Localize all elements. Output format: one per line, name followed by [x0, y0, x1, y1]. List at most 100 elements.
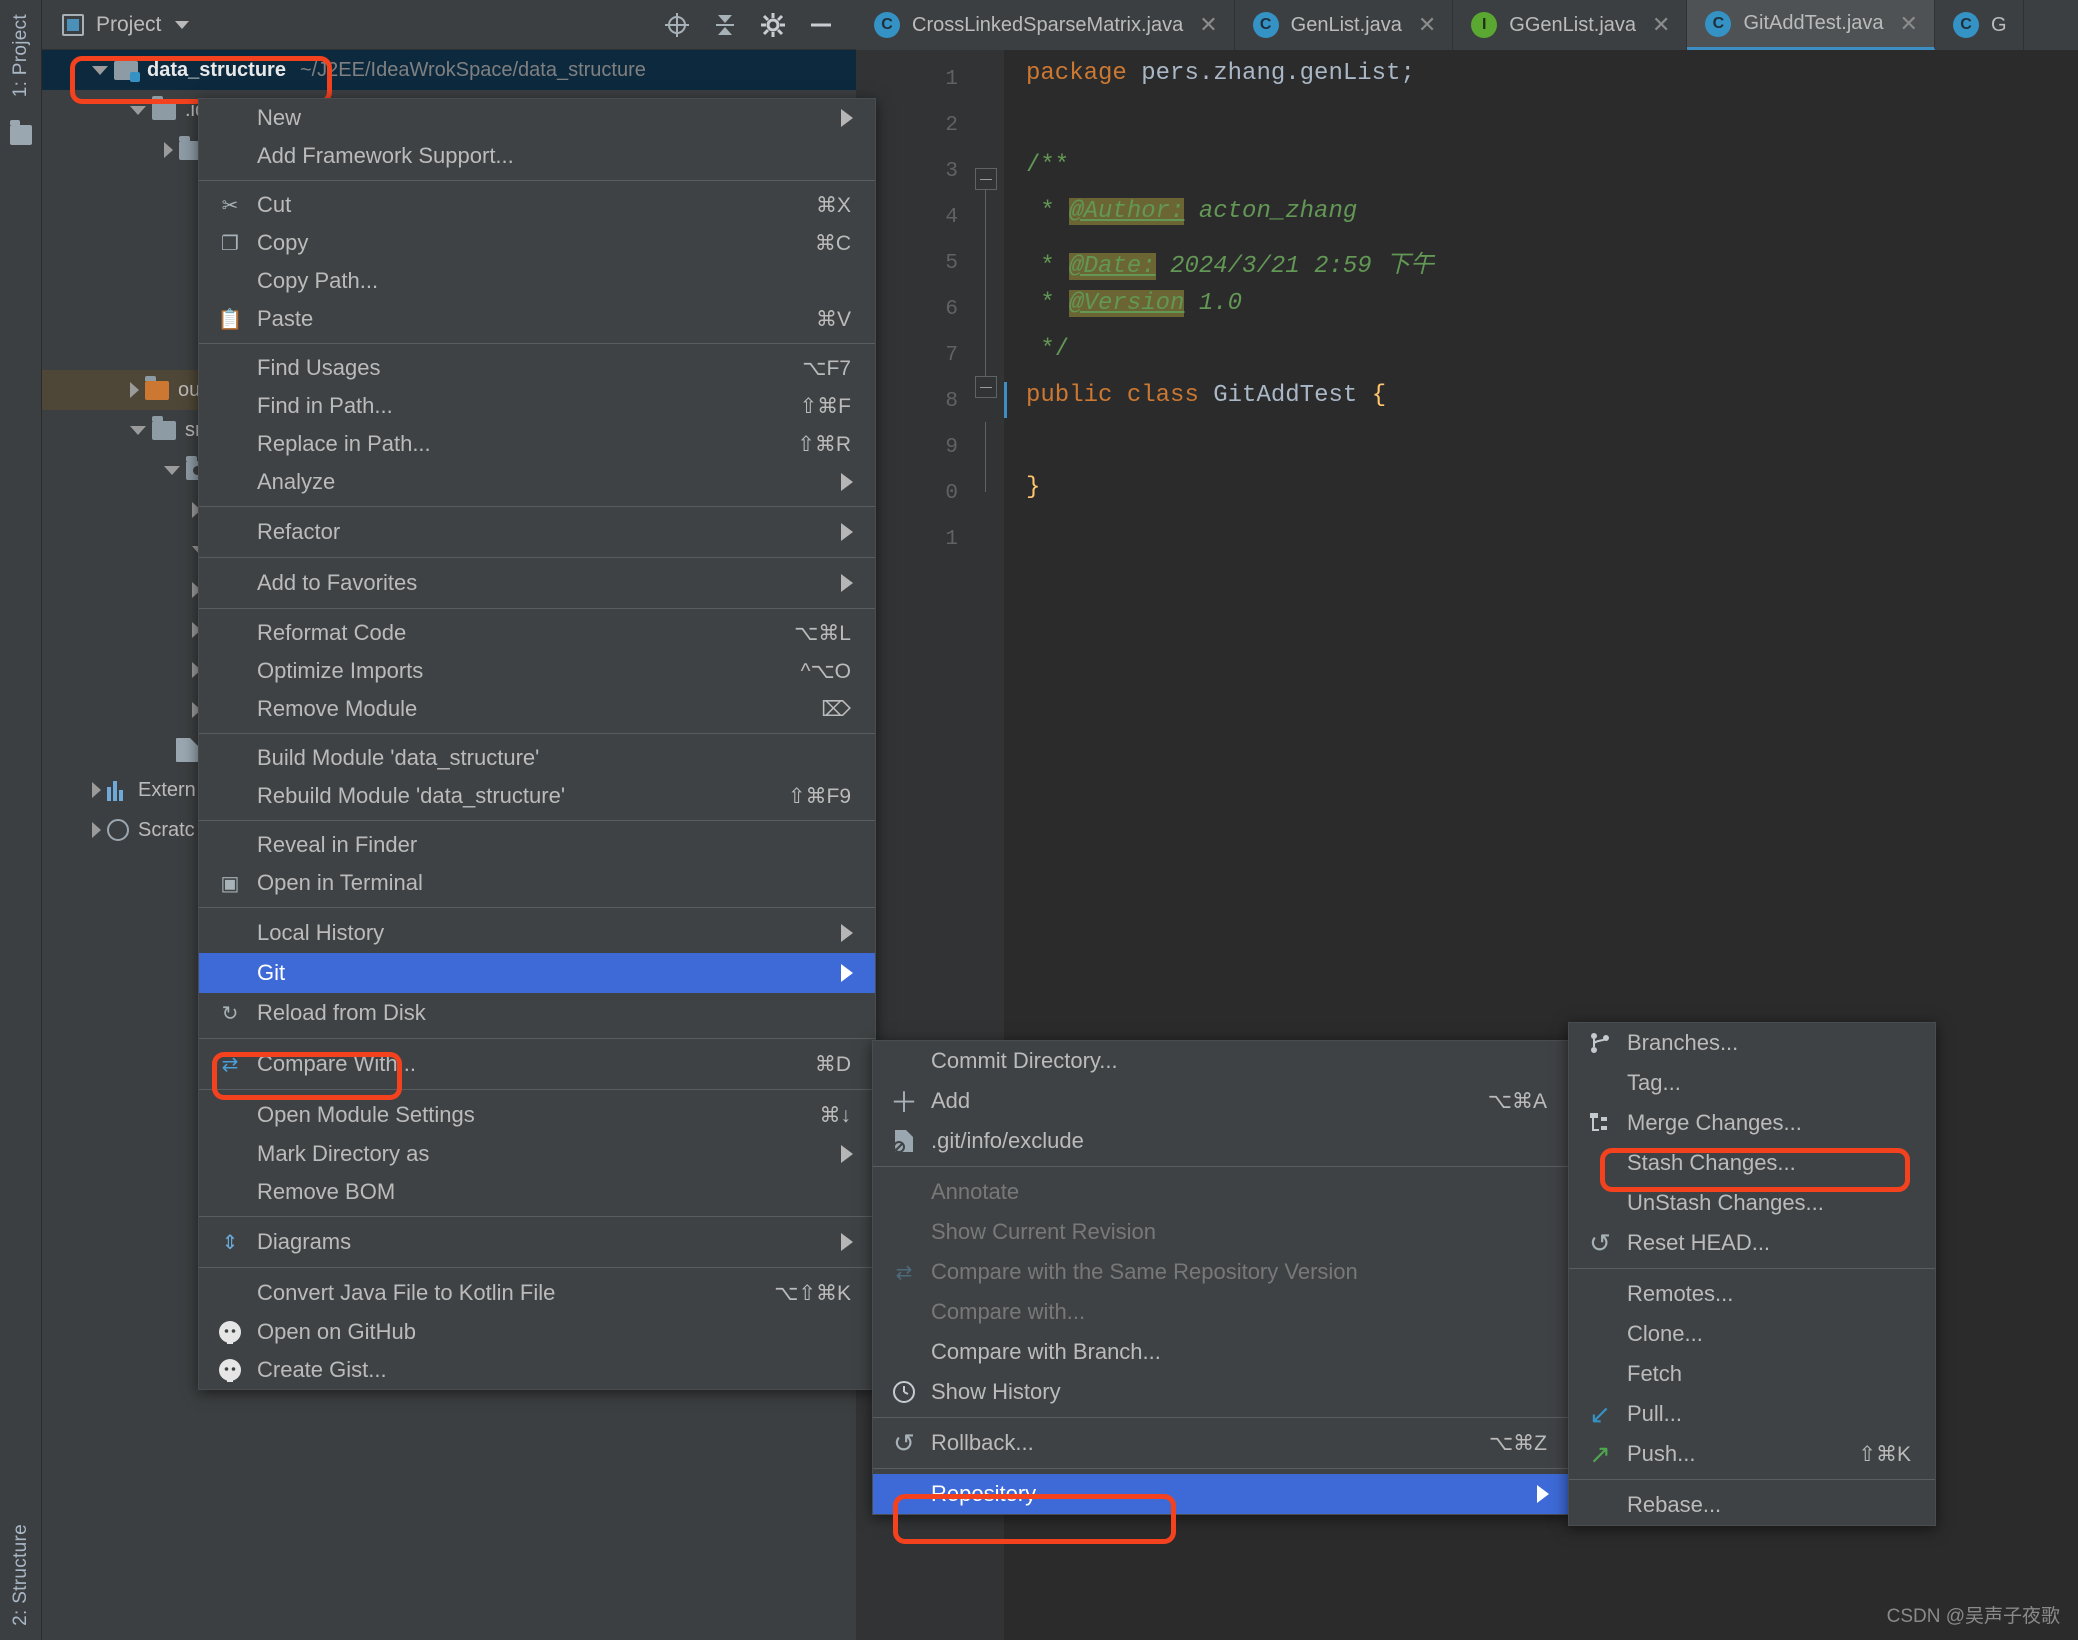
chevron-down-icon[interactable]: [175, 20, 190, 29]
repo-menu-item-pull[interactable]: ↙ Pull...: [1569, 1394, 1935, 1434]
menu-item-compare-with[interactable]: ⇄ Compare With... ⌘D: [199, 1044, 875, 1084]
git-menu-item-repository[interactable]: Repository: [873, 1474, 1571, 1514]
menu-item-convert-java-to-kotlin[interactable]: Convert Java File to Kotlin File ⌥⇧⌘K: [199, 1273, 875, 1313]
chevron-right-icon[interactable]: [164, 142, 173, 158]
menu-item-git[interactable]: Git: [199, 953, 875, 993]
menu-item-remove-bom[interactable]: Remove BOM: [199, 1173, 875, 1211]
chevron-right-icon[interactable]: [130, 382, 139, 398]
menu-item-rebuild-module[interactable]: Rebuild Module 'data_structure' ⇧⌘F9: [199, 777, 875, 815]
menu-item-remove-module[interactable]: Remove Module ⌦: [199, 690, 875, 728]
close-icon[interactable]: ✕: [1418, 12, 1436, 38]
editor-tab-partial[interactable]: C G: [1935, 0, 2024, 50]
tree-row-data-structure[interactable]: data_structure ~/J2EE/IdeaWrokSpace/data…: [42, 50, 856, 90]
menu-item-diagrams[interactable]: ⇕ Diagrams: [199, 1222, 875, 1262]
menu-item-create-gist[interactable]: Create Gist...: [199, 1351, 875, 1389]
menu-label: Stash Changes...: [1627, 1150, 1796, 1175]
menu-item-add-to-favorites[interactable]: Add to Favorites: [199, 563, 875, 603]
chevron-right-icon: [841, 523, 853, 541]
menu-item-open-on-github[interactable]: Open on GitHub: [199, 1313, 875, 1351]
repo-menu-item-clone[interactable]: Clone...: [1569, 1314, 1935, 1354]
menu-label: Remove Module: [257, 696, 418, 721]
menu-item-optimize-imports[interactable]: Optimize Imports ^⌥O: [199, 652, 875, 690]
refresh-icon: ↻: [221, 1002, 239, 1025]
locate-icon[interactable]: [664, 12, 690, 38]
menu-item-open-module-settings[interactable]: Open Module Settings ⌘↓: [199, 1095, 875, 1135]
menu-label: New: [257, 105, 302, 130]
repo-menu-item-stash-changes[interactable]: Stash Changes...: [1569, 1143, 1935, 1183]
github-icon: [217, 1319, 243, 1345]
repo-menu-item-tag[interactable]: Tag...: [1569, 1063, 1935, 1103]
editor-tab-ggenlist[interactable]: I GGenList.java ✕: [1453, 0, 1688, 50]
git-menu-item-compare-with-branch[interactable]: Compare with Branch...: [873, 1332, 1571, 1372]
javadoc-tag: @Version: [1069, 290, 1185, 317]
editor-tab-genlist[interactable]: C GenList.java ✕: [1235, 0, 1454, 50]
git-menu-item-compare-same-repo-version: ⇄ Compare with the Same Repository Versi…: [873, 1252, 1571, 1292]
menu-item-analyze[interactable]: Analyze: [199, 463, 875, 501]
code-line-6: * @Version 1.0: [1026, 290, 1243, 317]
project-toolbar: Project: [42, 0, 856, 50]
menu-item-cut[interactable]: ✂ Cut ⌘X: [199, 186, 875, 224]
git-menu-item-rollback[interactable]: ↺ Rollback... ⌥⌘Z: [873, 1423, 1571, 1463]
menu-label: Paste: [257, 306, 314, 331]
menu-item-paste[interactable]: 📋 Paste ⌘V: [199, 300, 875, 338]
editor-tab-gitaddtest[interactable]: C GitAddTest.java ✕: [1687, 0, 1935, 50]
repo-menu-item-push[interactable]: ↗ Push... ⇧⌘K: [1569, 1434, 1935, 1474]
editor-tab-crosslinkedsparsematrix[interactable]: C CrossLinkedSparseMatrix.java ✕: [856, 0, 1235, 50]
git-menu-item-compare-with: Compare with...: [873, 1292, 1571, 1332]
external-libraries-icon: [107, 779, 129, 801]
menu-item-open-in-terminal[interactable]: ▣ Open in Terminal: [199, 864, 875, 902]
repo-menu-item-remotes[interactable]: Remotes...: [1569, 1274, 1935, 1314]
menu-item-copy[interactable]: ❐ Copy ⌘C: [199, 224, 875, 262]
repo-menu-item-fetch[interactable]: Fetch: [1569, 1354, 1935, 1394]
minimize-icon[interactable]: [808, 12, 834, 38]
javadoc-tag: @Date:: [1069, 253, 1156, 280]
chevron-right-icon: [841, 924, 853, 942]
collapse-all-icon[interactable]: [712, 12, 738, 38]
chevron-down-icon[interactable]: [130, 105, 146, 115]
push-arrow-icon: ↗: [1589, 1438, 1611, 1469]
git-menu-item-show-history[interactable]: Show History: [873, 1372, 1571, 1412]
chevron-right-icon[interactable]: [92, 782, 101, 798]
git-menu-item-add[interactable]: ＋ Add ⌥⌘A: [873, 1081, 1571, 1121]
menu-item-build-module[interactable]: Build Module 'data_structure': [199, 739, 875, 777]
editor-caret: [1004, 382, 1007, 418]
repo-menu-item-reset-head[interactable]: ↺ Reset HEAD...: [1569, 1223, 1935, 1263]
git-menu-item-commit-directory[interactable]: Commit Directory...: [873, 1041, 1571, 1081]
fold-collapse-icon[interactable]: [975, 376, 997, 398]
menu-item-reveal-in-finder[interactable]: Reveal in Finder: [199, 826, 875, 864]
menu-separator: [199, 608, 875, 609]
menu-item-replace-in-path[interactable]: Replace in Path... ⇧⌘R: [199, 425, 875, 463]
git-menu-item-annotate: Annotate: [873, 1172, 1571, 1212]
gear-icon[interactable]: [760, 12, 786, 38]
menu-label: Remotes...: [1627, 1281, 1734, 1306]
fold-collapse-icon[interactable]: [975, 168, 997, 190]
chevron-down-icon[interactable]: [92, 65, 108, 75]
chevron-right-icon[interactable]: [92, 822, 101, 838]
menu-item-refactor[interactable]: Refactor: [199, 512, 875, 552]
menu-item-reformat-code[interactable]: Reformat Code ⌥⌘L: [199, 614, 875, 652]
menu-separator: [199, 1089, 875, 1090]
chevron-down-icon[interactable]: [130, 425, 146, 435]
close-icon[interactable]: ✕: [1199, 12, 1217, 38]
menu-item-find-usages[interactable]: Find Usages ⌥F7: [199, 349, 875, 387]
menu-item-local-history[interactable]: Local History: [199, 913, 875, 953]
menu-item-copy-path[interactable]: Copy Path...: [199, 262, 875, 300]
repo-menu-item-rebase[interactable]: Rebase...: [1569, 1485, 1935, 1525]
tool-window-button-structure[interactable]: 2: Structure: [10, 1524, 32, 1626]
project-toolbar-actions: [664, 12, 856, 38]
git-menu-item-git-info-exclude[interactable]: .git/info/exclude: [873, 1121, 1571, 1161]
diagram-icon: ⇕: [221, 1231, 239, 1254]
repo-menu-item-unstash-changes[interactable]: UnStash Changes...: [1569, 1183, 1935, 1223]
repo-menu-item-merge-changes[interactable]: Merge Changes...: [1569, 1103, 1935, 1143]
tool-window-button-project[interactable]: 1: Project: [10, 14, 32, 97]
menu-item-add-framework-support[interactable]: Add Framework Support...: [199, 137, 875, 175]
menu-item-reload-from-disk[interactable]: ↻ Reload from Disk: [199, 993, 875, 1033]
chevron-down-icon[interactable]: [164, 465, 180, 475]
menu-item-mark-directory-as[interactable]: Mark Directory as: [199, 1135, 875, 1173]
close-icon[interactable]: ✕: [1652, 12, 1670, 38]
menu-item-find-in-path[interactable]: Find in Path... ⇧⌘F: [199, 387, 875, 425]
repo-menu-item-branches[interactable]: Branches...: [1569, 1023, 1935, 1063]
close-icon[interactable]: ✕: [1900, 11, 1918, 37]
menu-item-new[interactable]: New: [199, 99, 875, 137]
folder-icon: [152, 415, 176, 440]
